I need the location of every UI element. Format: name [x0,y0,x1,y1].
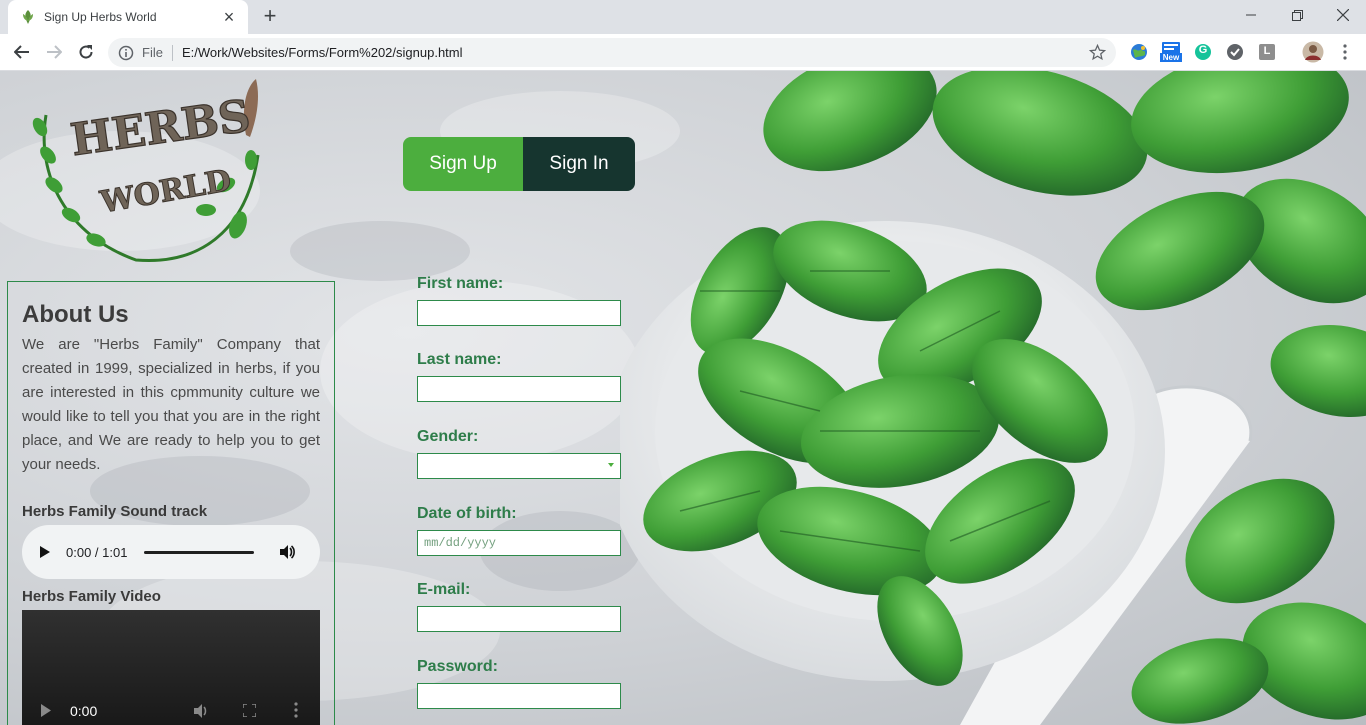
first-name-group: First name: [417,275,637,326]
new-tab-button[interactable]: + [258,4,282,28]
globe-extension-icon[interactable] [1129,42,1149,62]
address-bar[interactable]: File E:/Work/Websites/Forms/Form%202/sig… [108,38,1116,67]
about-text: We are "Herbs Family" Company that creat… [22,336,320,473]
fullscreen-icon[interactable] [243,704,256,717]
new-badge: New [1160,53,1182,62]
forward-arrow-icon [47,45,62,59]
check-extension-icon[interactable] [1225,42,1245,62]
gender-label: Gender: [417,428,479,445]
profile-avatar[interactable] [1302,41,1324,63]
restore-icon [1291,9,1303,21]
video-play-icon[interactable] [40,704,52,717]
logo-word-herbs: HERBS [68,91,254,167]
last-name-group: Last name: [417,351,637,402]
dob-input[interactable]: mm/dd/yyyy [417,530,621,556]
file-scheme-label: File [142,45,163,60]
l-extension-letter: L [1263,45,1271,57]
tab-close-icon[interactable]: × [220,8,238,26]
l-extension-icon[interactable]: L [1257,42,1277,62]
bookmark-star-icon[interactable] [1089,44,1106,61]
last-name-input[interactable] [417,376,621,402]
email-input[interactable] [417,606,621,632]
close-window-button[interactable] [1320,0,1366,30]
audio-time: 0:00 / 1:01 [66,544,128,560]
new-extension-icon[interactable]: New [1160,42,1182,62]
email-label: E-mail: [417,581,471,598]
audio-player: 0:00 / 1:01 [22,525,320,579]
herb-favicon-icon [23,10,33,24]
video-player[interactable]: 0:00 [22,610,320,725]
password-label: Password: [417,658,498,675]
tab-title: Sign Up Herbs World [44,10,157,24]
minimize-icon [1246,14,1256,16]
restore-button[interactable] [1274,0,1320,30]
back-button[interactable] [10,40,34,64]
about-title: About Us [22,301,129,328]
menu-kebab-icon[interactable] [1335,42,1355,62]
last-name-label: Last name: [417,351,502,368]
dropdown-arrow-icon [608,463,614,467]
signin-button[interactable]: Sign In [523,137,635,191]
video-volume-icon[interactable] [193,703,210,719]
first-name-label: First name: [417,275,504,292]
browser-toolbar: File E:/Work/Websites/Forms/Form%202/sig… [0,34,1366,71]
tab-strip: Sign Up Herbs World × + [0,0,1366,34]
volume-icon[interactable] [278,543,296,561]
grammarly-extension-icon[interactable]: G [1193,42,1213,62]
gender-group: Gender: [417,428,637,479]
page-viewport: HERBS WORLD Sign Up Sign In About Us We … [0,71,1366,725]
grammarly-letter: G [1198,44,1208,56]
signup-button[interactable]: Sign Up [403,137,523,191]
audio-seek-bar[interactable] [144,550,255,554]
forward-button[interactable] [42,40,66,64]
password-group: Password: [417,658,637,709]
browser-tab[interactable]: Sign Up Herbs World × [8,0,248,34]
omnibox-divider [171,44,173,61]
dob-group: Date of birth: mm/dd/yyyy [417,505,637,556]
dob-label: Date of birth: [417,505,517,522]
close-icon [1337,9,1349,21]
mint-mortar-photo [620,71,1366,725]
video-time: 0:00 [70,703,98,719]
first-name-input[interactable] [417,300,621,326]
email-group: E-mail: [417,581,637,632]
password-input[interactable] [417,683,621,709]
video-more-icon[interactable] [294,702,298,718]
reload-icon [79,45,93,59]
video-heading: Herbs Family Video [22,588,161,605]
soundtrack-heading: Herbs Family Sound track [22,503,208,520]
gender-select[interactable] [417,453,621,479]
about-panel: About Us We are "Herbs Family" Company t… [7,281,335,725]
play-icon[interactable] [38,545,52,559]
minimize-button[interactable] [1228,0,1274,30]
auth-toggle: Sign Up Sign In [403,137,635,191]
herbs-world-logo: HERBS WORLD [32,79,260,263]
url-text[interactable]: E:/Work/Websites/Forms/Form%202/signup.h… [182,45,463,60]
info-icon[interactable] [118,45,134,61]
reload-button[interactable] [74,40,98,64]
back-arrow-icon [14,45,29,59]
